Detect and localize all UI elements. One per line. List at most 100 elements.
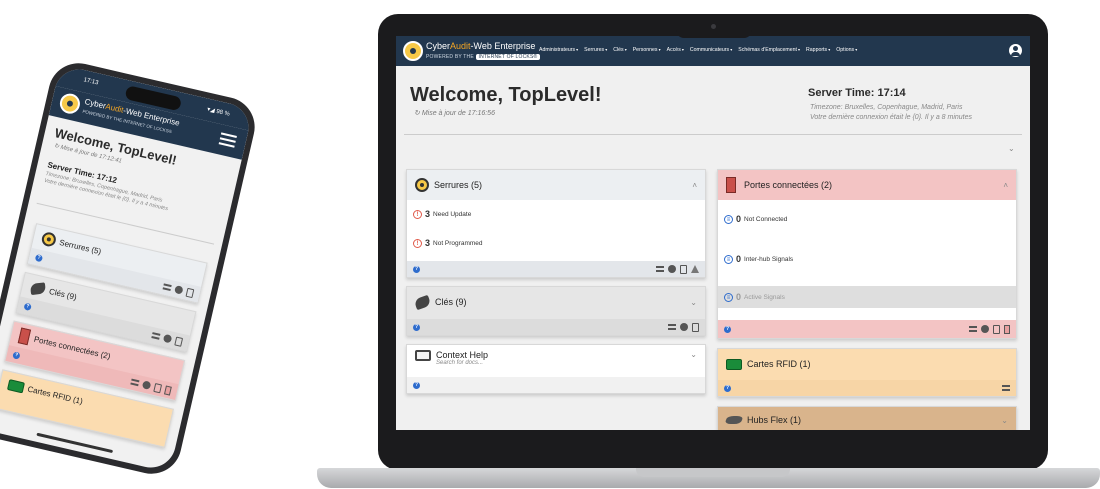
list-icon[interactable] [130,378,140,387]
welcome-heading: Welcome, TopLevel! [410,84,602,106]
not-programmed-row[interactable]: ! 3 Not Programmed [413,238,483,248]
help-icon[interactable]: ? [12,350,21,360]
collapse-all-chevron-icon[interactable]: ⌄ [1008,144,1015,153]
chevron-down-icon[interactable]: ⌄ [690,350,697,359]
add-icon[interactable] [141,380,152,390]
help-icon[interactable]: ? [23,302,32,311]
list-icon[interactable] [1002,385,1010,391]
add-icon[interactable] [668,265,676,273]
door-small-icon[interactable] [164,384,172,396]
doc-search-input[interactable]: Search for docs... [436,360,488,366]
serrures-header[interactable]: Serrures (5) ˄ [407,170,705,200]
help-icon[interactable]: ? [413,381,420,389]
nav-item-communicateurs[interactable]: Communicateurs [690,47,732,53]
lock-icon [415,178,429,192]
chevron-up-icon[interactable]: ˄ [1003,181,1008,190]
laptop-lip [636,468,790,477]
brand-title[interactable]: CyberAudit-Web Enterprise [426,41,535,51]
context-help-footer: ? [407,377,705,393]
cyberaudit-logo-icon[interactable] [57,91,82,116]
rfid-card-icon [726,358,742,370]
nav-item-options[interactable]: Options [836,47,857,53]
need-update-row[interactable]: ! 3 Need Update [413,209,471,219]
list-icon[interactable] [162,283,172,292]
nav-item-cles[interactable]: Clés [613,47,627,53]
document-icon[interactable] [185,287,195,298]
active-signals-row[interactable]: ≡ 0 Active Signals [724,292,785,302]
nav-item-administrateurs[interactable]: Administrateurs [539,47,578,53]
warning-icon: ! [413,209,422,219]
cles-header[interactable]: Clés (9) ⌄ [407,287,705,317]
chevron-up-icon[interactable]: ˄ [692,181,697,190]
serrures-footer: ? [407,261,705,277]
warning-icon: ! [413,238,422,248]
nav-item-rapports[interactable]: Rapports [806,47,830,53]
door-icon [17,327,32,346]
door-small-icon[interactable] [1004,324,1010,334]
last-updated: ↻ Mise à jour de 17:16:56 [414,110,495,117]
door-icon [726,177,736,193]
lock-icon [40,230,58,248]
battery-status: ▾◢ 98 % [206,106,231,118]
interhub-signals-row[interactable]: ≡ 0 Inter-hub Signals [724,254,793,264]
nav-item-schemas[interactable]: Schémas d'Emplacement [738,47,800,53]
add-icon[interactable] [981,325,989,333]
info-icon: ≡ [724,292,733,302]
list-icon[interactable] [969,326,977,332]
help-icon[interactable]: ? [413,323,420,331]
nav-item-acces[interactable]: Accès [667,47,684,53]
hamburger-menu-icon[interactable] [218,132,237,148]
chevron-down-icon[interactable]: ⌄ [1001,416,1008,425]
help-icon[interactable]: ? [413,265,420,273]
cles-footer: ? [407,319,705,335]
hubs-panel: Hubs Flex (1) ⌄ [717,406,1017,430]
cyberaudit-logo-icon[interactable] [403,41,423,61]
document-icon[interactable] [174,336,184,347]
timezone-info: Timezone: Bruxelles, Copenhague, Madrid,… [810,104,973,121]
cles-panel: Clés (9) ⌄ ? [406,286,706,336]
info-icon: ≡ [724,254,733,264]
hubs-header[interactable]: Hubs Flex (1) ⌄ [718,407,1016,430]
document-icon[interactable] [153,382,163,393]
laptop-screen: CyberAudit-Web Enterprise POWERED BY THE… [396,36,1030,430]
phone-frame: 17:13 ▾◢ 98 % CyberAudit-Web Enterprise … [0,57,261,480]
context-help-panel: Context Help Search for docs... ⌄ ? [406,344,706,394]
add-icon[interactable] [162,333,173,344]
portes-panel: Portes connectées (2) ˄ ≡ 0 Not Connected … [717,169,1017,339]
document-icon[interactable] [993,324,1000,334]
refresh-icon[interactable]: ↻ [414,110,422,117]
key-icon [29,281,47,295]
rfid-panel: Cartes RFID (1) ? [717,348,1017,397]
user-account-icon[interactable] [1009,44,1022,57]
context-help-title: Context Help [436,350,489,360]
key-icon [413,294,432,310]
portes-footer: ? [718,320,1016,338]
not-connected-row[interactable]: ≡ 0 Not Connected [724,214,787,224]
home-indicator[interactable] [36,432,114,454]
phone-screen: 17:13 ▾◢ 98 % CyberAudit-Web Enterprise … [0,64,254,473]
nav-item-serrures[interactable]: Serrures [584,47,607,53]
list-icon[interactable] [668,324,676,330]
portes-header[interactable]: Portes connectées (2) ˄ [718,170,1016,200]
chevron-down-icon[interactable]: ⌄ [690,298,697,307]
list-icon[interactable] [151,332,161,340]
info-icon: ≡ [724,214,733,224]
nav-item-personnes[interactable]: Personnes [633,47,661,53]
upload-icon[interactable] [691,265,699,273]
rfid-card-icon [7,378,26,393]
rfid-footer: ? [718,380,1016,396]
document-icon[interactable] [680,264,687,274]
nav-menu: Administrateurs Serrures Clés Personnes … [539,47,857,53]
help-icon[interactable]: ? [724,325,731,333]
list-icon[interactable] [656,266,664,272]
hub-icon [724,416,744,424]
context-help-header[interactable]: Context Help Search for docs... ⌄ [407,345,705,375]
add-icon[interactable] [680,323,688,331]
document-icon[interactable] [692,322,699,332]
add-icon[interactable] [174,285,184,295]
book-icon [415,350,431,361]
help-icon[interactable]: ? [34,253,44,262]
rfid-header[interactable]: Cartes RFID (1) [718,349,1016,379]
help-icon[interactable]: ? [724,384,731,392]
brand-subtitle: POWERED BY THE INTERNET OF LOCKS® [426,54,541,60]
